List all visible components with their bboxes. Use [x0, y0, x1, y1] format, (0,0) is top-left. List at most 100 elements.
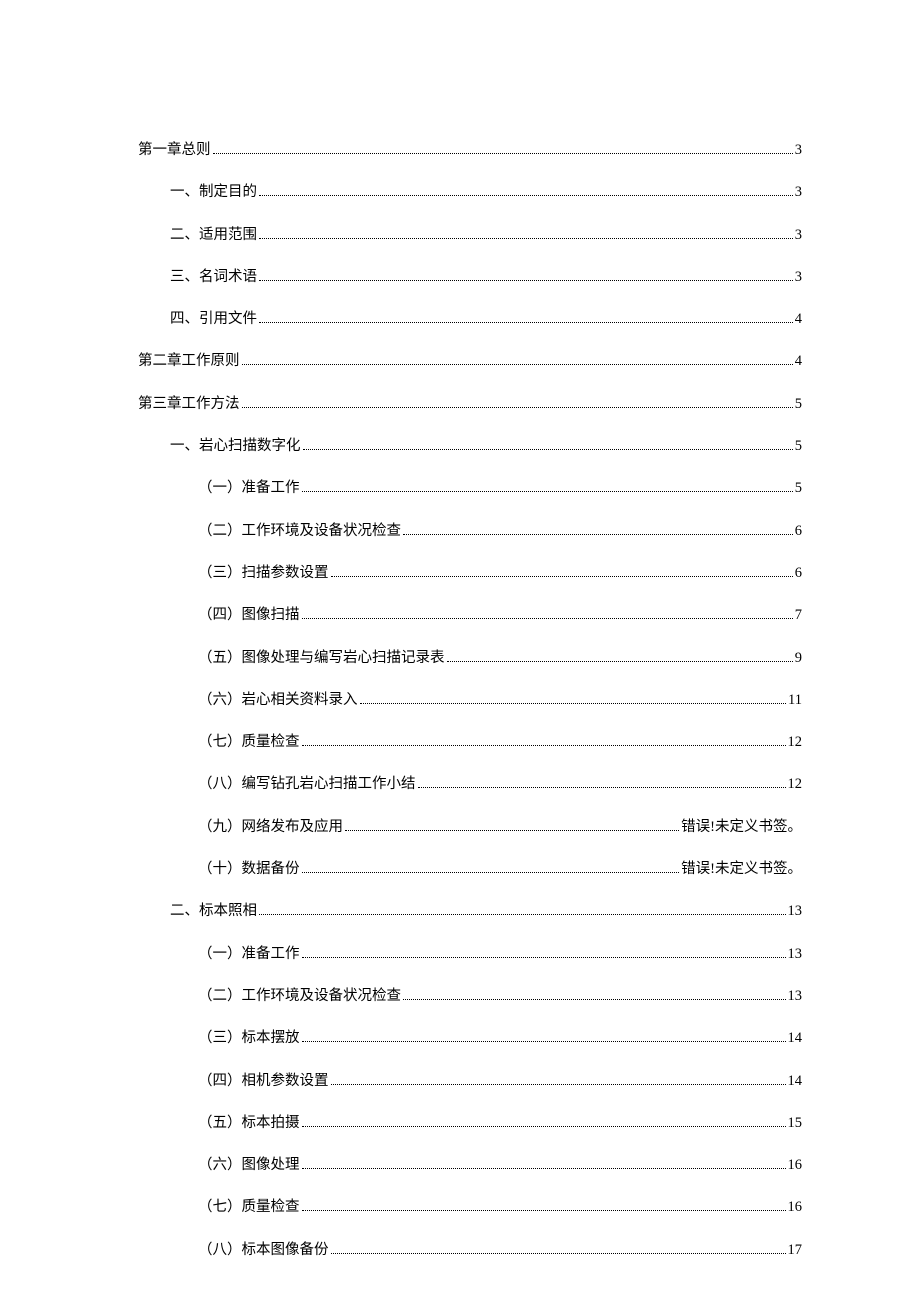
toc-entry: （七）质量检查 16	[138, 1197, 802, 1217]
table-of-contents: 第一章总则3一、制定目的3二、适用范围3三、名词术语3四、引用文件4第二章工作原…	[138, 140, 802, 1260]
toc-leader-dots	[360, 703, 787, 704]
toc-leader-dots	[259, 914, 786, 915]
toc-entry-page: 5	[795, 478, 802, 498]
toc-entry-label: 三、名词术语	[170, 267, 257, 287]
toc-entry: （三）标本摆放 14	[138, 1028, 802, 1048]
toc-entry-page: 错误!未定义书签。	[681, 859, 802, 879]
toc-entry: （四）图像扫描 7	[138, 605, 802, 625]
toc-leader-dots	[302, 1126, 786, 1127]
toc-entry-label: （四）相机参数设置	[198, 1071, 329, 1091]
toc-leader-dots	[403, 534, 793, 535]
toc-entry: 一、岩心扫描数字化 5	[138, 436, 802, 456]
toc-leader-dots	[213, 153, 793, 154]
toc-leader-dots	[331, 1253, 786, 1254]
toc-leader-dots	[242, 364, 793, 365]
toc-entry-label: （七）质量检查	[198, 732, 300, 752]
toc-entry-page: 6	[795, 521, 802, 541]
toc-leader-dots	[303, 449, 793, 450]
toc-leader-dots	[418, 787, 786, 788]
toc-entry: （八）编写钻孔岩心扫描工作小结12	[138, 774, 802, 794]
toc-leader-dots	[302, 491, 793, 492]
toc-entry-page: 13	[788, 901, 803, 921]
toc-entry-page: 5	[795, 394, 802, 414]
toc-entry-label: 第一章总则	[138, 140, 211, 160]
toc-entry: （八）标本图像备份 17	[138, 1240, 802, 1260]
toc-leader-dots	[259, 238, 793, 239]
toc-entry: 二、适用范围 3	[138, 225, 802, 245]
toc-leader-dots	[345, 830, 679, 831]
toc-leader-dots	[259, 322, 793, 323]
toc-entry: 一、制定目的 3	[138, 182, 802, 202]
toc-entry: （七）质量检查12	[138, 732, 802, 752]
toc-entry: 三、名词术语 3	[138, 267, 802, 287]
toc-entry-label: （二）工作环境及设备状况检查	[198, 521, 401, 541]
toc-entry: （十）数据备份 错误!未定义书签。	[138, 859, 802, 879]
toc-entry-page: 17	[788, 1240, 803, 1260]
toc-leader-dots	[302, 745, 786, 746]
toc-entry-page: 14	[788, 1071, 803, 1091]
toc-entry-label: （六）岩心相关资料录入	[198, 690, 358, 710]
toc-entry-label: 第三章工作方法	[138, 394, 240, 414]
toc-entry-label: （八）编写钻孔岩心扫描工作小结	[198, 774, 416, 794]
toc-entry: （六）图像处理 16	[138, 1155, 802, 1175]
toc-leader-dots	[302, 1168, 786, 1169]
toc-entry-label: （七）质量检查	[198, 1197, 300, 1217]
toc-entry-label: （一）准备工作	[198, 478, 300, 498]
toc-leader-dots	[302, 957, 786, 958]
toc-entry-label: （三）标本摆放	[198, 1028, 300, 1048]
toc-entry-label: 一、制定目的	[170, 182, 257, 202]
toc-entry: （九）网络发布及应用 错误!未定义书签。	[138, 817, 802, 837]
toc-entry-label: 一、岩心扫描数字化	[170, 436, 301, 456]
toc-entry: 第三章工作方法 5	[138, 394, 802, 414]
toc-entry-page: 6	[795, 563, 802, 583]
toc-entry-label: （二）工作环境及设备状况检查	[198, 986, 401, 1006]
toc-leader-dots	[259, 195, 793, 196]
toc-entry-label: （五）图像处理与编写岩心扫描记录表	[198, 648, 445, 668]
toc-entry-label: 二、标本照相	[170, 901, 257, 921]
toc-entry: （一）准备工作 5	[138, 478, 802, 498]
toc-entry-label: （九）网络发布及应用	[198, 817, 343, 837]
toc-entry: 第二章工作原则 4	[138, 351, 802, 371]
toc-entry-page: 3	[795, 182, 802, 202]
toc-entry-page: 11	[788, 690, 802, 710]
toc-entry-page: 13	[788, 944, 803, 964]
toc-entry-page: 15	[788, 1113, 803, 1133]
toc-entry-page: 3	[795, 225, 802, 245]
toc-entry: （四）相机参数设置 14	[138, 1071, 802, 1091]
toc-entry-page: 5	[795, 436, 802, 456]
toc-entry-label: 第二章工作原则	[138, 351, 240, 371]
toc-entry-page: 13	[788, 986, 803, 1006]
toc-entry: 二、标本照相 13	[138, 901, 802, 921]
toc-entry-page: 16	[788, 1155, 803, 1175]
toc-entry: （一）准备工作13	[138, 944, 802, 964]
toc-leader-dots	[447, 661, 793, 662]
toc-entry: （五）图像处理与编写岩心扫描记录表9	[138, 648, 802, 668]
toc-leader-dots	[302, 1210, 786, 1211]
toc-entry-page: 4	[795, 351, 802, 371]
toc-entry: 第一章总则 3	[138, 140, 802, 160]
toc-entry-page: 7	[795, 605, 802, 625]
toc-entry-label: 二、适用范围	[170, 225, 257, 245]
toc-leader-dots	[302, 618, 793, 619]
toc-entry-label: （十）数据备份	[198, 859, 300, 879]
toc-entry-label: （八）标本图像备份	[198, 1240, 329, 1260]
toc-entry: （五）标本拍摄 15	[138, 1113, 802, 1133]
toc-entry: （六）岩心相关资料录入 11	[138, 690, 802, 710]
toc-entry: （三）扫描参数设置 6	[138, 563, 802, 583]
toc-entry-page: 3	[795, 267, 802, 287]
toc-entry: （二）工作环境及设备状况检查 13	[138, 986, 802, 1006]
toc-entry: 四、引用文件 4	[138, 309, 802, 329]
toc-entry-label: （四）图像扫描	[198, 605, 300, 625]
toc-leader-dots	[259, 280, 793, 281]
toc-entry-label: （五）标本拍摄	[198, 1113, 300, 1133]
toc-entry-page: 16	[788, 1197, 803, 1217]
toc-entry-page: 3	[795, 140, 802, 160]
toc-entry: （二）工作环境及设备状况检查 6	[138, 521, 802, 541]
toc-entry-page: 4	[795, 309, 802, 329]
toc-entry-label: 四、引用文件	[170, 309, 257, 329]
toc-entry-page: 14	[788, 1028, 803, 1048]
toc-entry-page: 错误!未定义书签。	[681, 817, 802, 837]
toc-entry-label: （三）扫描参数设置	[198, 563, 329, 583]
toc-leader-dots	[331, 1084, 786, 1085]
toc-entry-label: （六）图像处理	[198, 1155, 300, 1175]
